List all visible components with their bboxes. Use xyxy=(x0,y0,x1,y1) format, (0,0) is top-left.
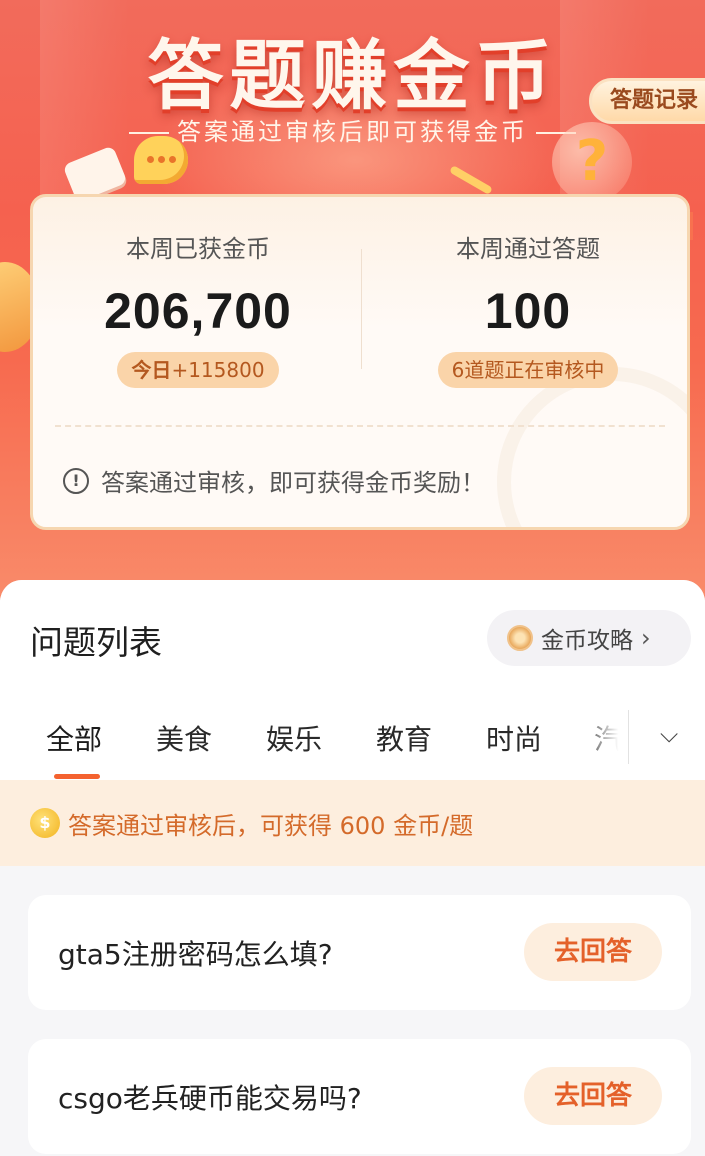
active-tab-indicator xyxy=(54,774,100,779)
chevron-right-icon: › xyxy=(641,624,651,652)
reward-notice: ! 答案通过审核，即可获得金币奖励！ xyxy=(63,463,485,498)
info-icon: ! xyxy=(63,467,89,494)
question-card[interactable]: gta5注册密码怎么填? 去回答 xyxy=(28,895,691,1010)
tab-education[interactable]: 教育 xyxy=(376,718,432,758)
stat-divider xyxy=(361,249,362,369)
tab-fade xyxy=(580,700,628,780)
hero-subtitle-text: 答案通过审核后即可获得金币 xyxy=(177,118,528,146)
tab-food[interactable]: 美食 xyxy=(156,718,212,758)
answer-button[interactable]: 去回答 xyxy=(524,1067,662,1125)
coin-guide-button[interactable]: 金币攻略 › xyxy=(487,610,691,666)
weekly-coins-value: 206,700 xyxy=(104,283,292,339)
weekly-answers-stat: 本周通过答题 100 6道题正在审核中 xyxy=(363,229,687,388)
dashed-divider xyxy=(55,425,665,427)
question-card[interactable]: csgo老兵硬币能交易吗? 去回答 xyxy=(28,1039,691,1154)
reward-info-text: 答案通过审核后，可获得 600 金币/题 xyxy=(68,811,474,840)
today-label: 今日 xyxy=(131,358,172,382)
coin-icon xyxy=(507,625,533,651)
question-list-title: 问题列表 xyxy=(30,623,162,662)
tab-all[interactable]: 全部 xyxy=(46,718,102,758)
reward-info-strip: $ 答案通过审核后，可获得 600 金币/题 xyxy=(0,780,705,866)
weekly-coins-stat: 本周已获金币 206,700 今日+115800 xyxy=(33,229,363,388)
question-list-panel: 问题列表 金币攻略 › 全部 美食 娱乐 教育 时尚 汽 ⌵ $ 答案通过审核后… xyxy=(0,580,705,1156)
today-coins-badge: 今日+115800 xyxy=(117,352,279,388)
tab-entertainment[interactable]: 娱乐 xyxy=(266,718,322,758)
weekly-answers-label: 本周通过答题 xyxy=(456,235,600,263)
weekly-stats-card: 本周已获金币 206,700 今日+115800 本周通过答题 100 6道题正… xyxy=(30,194,690,530)
reward-notice-text: 答案通过审核，即可获得金币奖励！ xyxy=(101,469,485,497)
star-watermark-icon xyxy=(497,367,687,527)
weekly-answers-value: 100 xyxy=(484,283,572,339)
weekly-coins-label: 本周已获金币 xyxy=(126,235,270,263)
question-mark-icon: ? xyxy=(552,122,632,202)
subtitle-line xyxy=(129,132,169,134)
panel-header: 问题列表 金币攻略 › 全部 美食 娱乐 教育 时尚 汽 ⌵ xyxy=(0,580,705,780)
question-text: gta5注册密码怎么填? xyxy=(58,938,333,971)
coin-icon: $ xyxy=(30,808,60,838)
tab-fashion[interactable]: 时尚 xyxy=(486,718,542,758)
answer-button[interactable]: 去回答 xyxy=(524,923,662,981)
coin-guide-label: 金币攻略 xyxy=(541,628,633,654)
pending-review-badge: 6道题正在审核中 xyxy=(437,352,619,388)
category-tabs: 全部 美食 娱乐 教育 时尚 汽 ⌵ xyxy=(0,700,705,780)
chat-bubble-icon xyxy=(134,136,188,184)
question-text: csgo老兵硬币能交易吗? xyxy=(58,1082,362,1115)
chevron-down-icon[interactable]: ⌵ xyxy=(660,720,678,748)
answer-record-button[interactable]: 答题记录 xyxy=(589,78,705,124)
tab-separator xyxy=(628,710,629,764)
today-coins-value: +115800 xyxy=(171,358,265,382)
